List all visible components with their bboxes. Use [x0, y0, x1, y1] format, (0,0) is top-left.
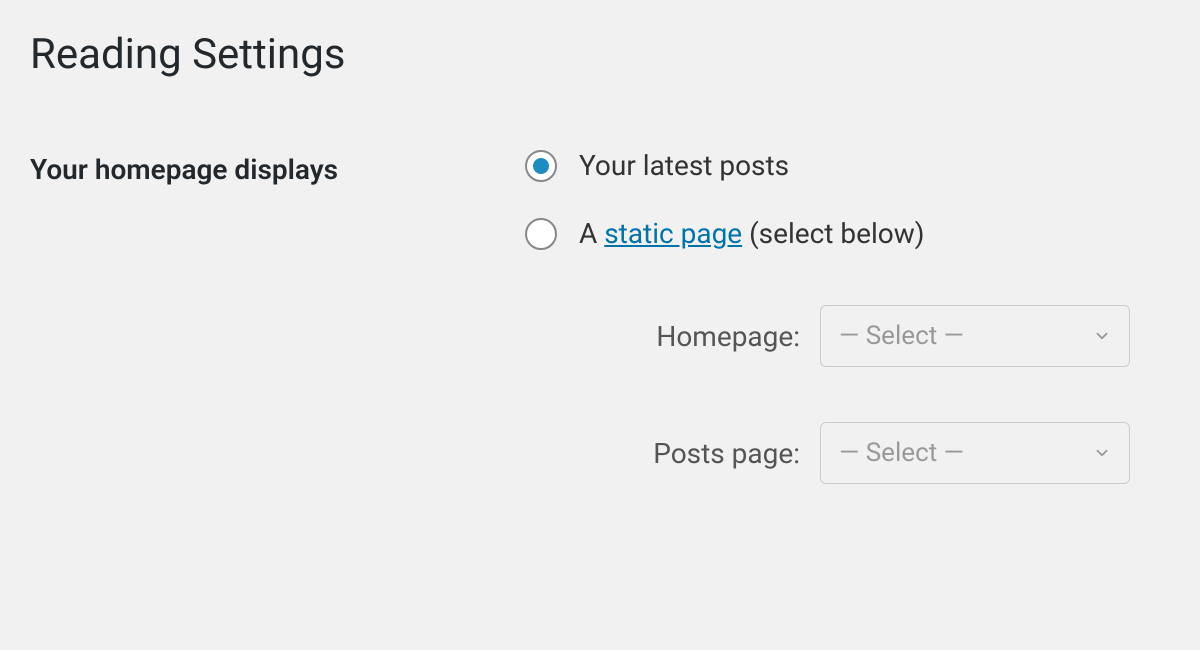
radio-static-page[interactable]: A static page (select below): [525, 217, 1170, 250]
posts-page-select[interactable]: — Select —: [820, 422, 1130, 484]
static-page-prefix: A: [579, 217, 604, 250]
radio-dot-icon: [533, 158, 549, 174]
radio-static-page-label: A static page (select below): [579, 217, 925, 250]
homepage-displays-row: Your homepage displays Your latest posts…: [30, 149, 1170, 539]
chevron-down-icon: [1093, 444, 1111, 462]
chevron-down-icon: [1093, 327, 1111, 345]
radio-latest-posts-label: Your latest posts: [579, 149, 789, 182]
posts-page-select-row: Posts page: — Select —: [525, 422, 1170, 484]
homepage-select-row: Homepage: — Select —: [525, 305, 1170, 367]
posts-page-select-label: Posts page:: [653, 437, 800, 470]
homepage-select-value: — Select —: [839, 321, 964, 351]
static-page-link[interactable]: static page: [604, 217, 742, 250]
radio-icon: [525, 218, 557, 250]
posts-page-select-value: — Select —: [839, 438, 964, 468]
page-title: Reading Settings: [30, 30, 1170, 79]
homepage-select-label: Homepage:: [656, 320, 800, 353]
homepage-select[interactable]: — Select —: [820, 305, 1130, 367]
homepage-displays-label: Your homepage displays: [30, 149, 525, 186]
radio-latest-posts[interactable]: Your latest posts: [525, 149, 1170, 182]
homepage-displays-options: Your latest posts A static page (select …: [525, 149, 1170, 539]
static-page-suffix: (select below): [742, 217, 924, 250]
radio-icon: [525, 150, 557, 182]
